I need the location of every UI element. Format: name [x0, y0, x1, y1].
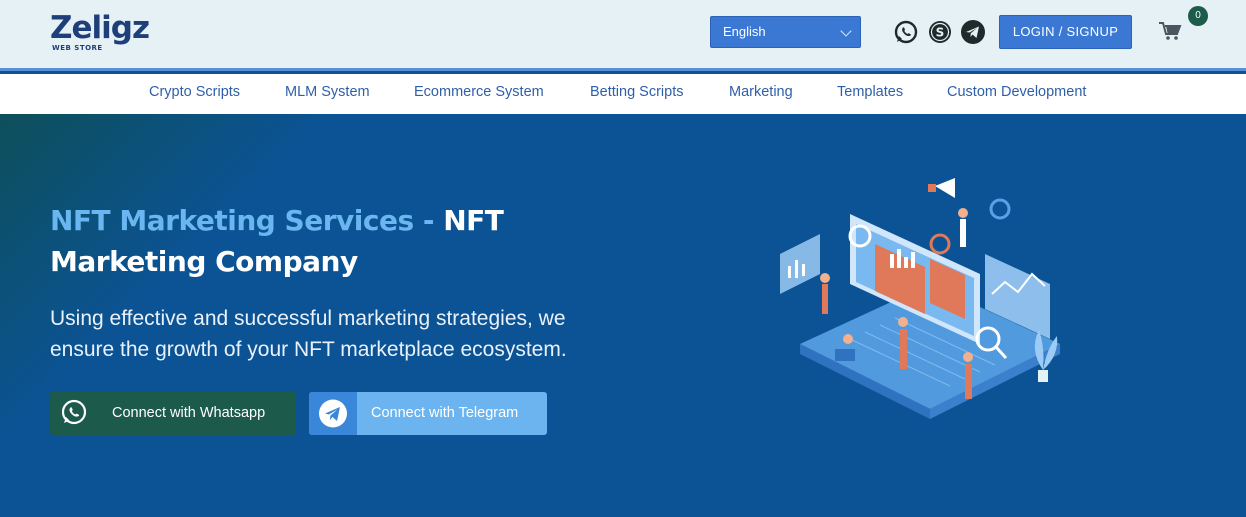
nav-item-ecommerce-system[interactable]: Ecommerce System [414, 84, 544, 100]
connect-whatsapp-label: Connect with Whatsapp [112, 405, 266, 421]
nav-item-custom-development[interactable]: Custom Development [947, 84, 1086, 100]
telegram-icon [309, 392, 357, 435]
language-select[interactable]: English [710, 16, 861, 48]
nav-item-crypto-scripts[interactable]: Crypto Scripts [149, 84, 240, 100]
nav-item-templates[interactable]: Templates [837, 84, 903, 100]
nav-item-mlm-system[interactable]: MLM System [285, 84, 370, 100]
nav-item-betting-scripts[interactable]: Betting Scripts [590, 84, 684, 100]
login-signup-button[interactable]: LOGIN / SIGNUP [999, 15, 1132, 49]
logo-subtext: WEB STORE [52, 44, 103, 52]
svg-text:S: S [936, 26, 945, 40]
cart-icon[interactable] [1158, 20, 1182, 42]
main-nav: Crypto Scripts MLM System Ecommerce Syst… [0, 74, 1246, 114]
hero-title: NFT Marketing Services - NFT Marketing Co… [50, 200, 570, 282]
marketing-illustration [760, 174, 1080, 434]
language-selected-value: English [723, 24, 766, 39]
hero-section: NFT Marketing Services - NFT Marketing Co… [0, 114, 1246, 517]
chevron-down-icon [836, 17, 860, 47]
cart-count-badge: 0 [1188, 6, 1208, 26]
hero-description: Using effective and successful marketing… [50, 307, 567, 361]
top-bar: Zeligz WEB STORE English S LOGIN / SIGNU… [0, 0, 1246, 71]
whatsapp-icon[interactable] [893, 19, 919, 45]
whatsapp-icon [50, 391, 98, 435]
logo-text: Zeligz [50, 10, 150, 46]
telegram-icon[interactable] [960, 19, 986, 45]
hero-title-highlight: NFT Marketing Services - [50, 204, 444, 237]
hero-title-part-2: Marketing Company [50, 245, 358, 278]
skype-icon[interactable]: S [927, 19, 953, 45]
nav-item-marketing[interactable]: Marketing [729, 84, 793, 100]
hero-title-part-1: NFT [443, 204, 504, 237]
connect-telegram-label: Connect with Telegram [371, 405, 519, 421]
connect-whatsapp-button[interactable]: Connect with Whatsapp [50, 391, 296, 435]
connect-telegram-button[interactable]: Connect with Telegram [309, 392, 547, 435]
zeligz-logo[interactable]: Zeligz WEB STORE [50, 8, 170, 58]
